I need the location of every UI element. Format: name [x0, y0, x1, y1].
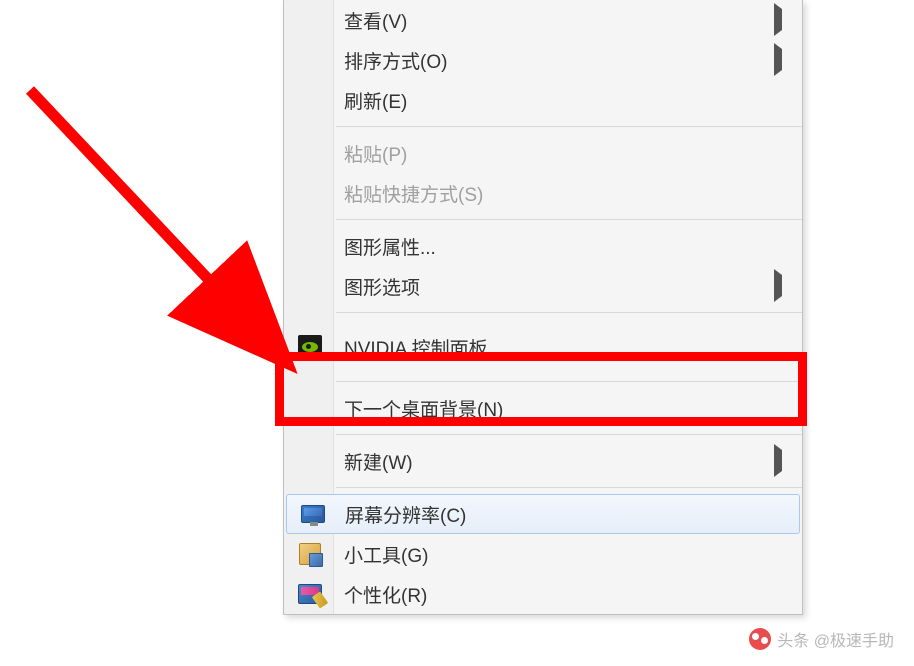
menu-item-next-background[interactable]: 下一个桌面背景(N) — [284, 388, 802, 428]
menu-item-paste-shortcut: 粘贴快捷方式(S) — [284, 173, 802, 213]
menu-item-gadgets[interactable]: 小工具(G) — [284, 534, 802, 574]
menu-label: NVIDIA 控制面板 — [344, 334, 488, 361]
menu-item-new[interactable]: 新建(W) — [284, 441, 802, 481]
submenu-arrow-icon — [774, 450, 782, 472]
menu-item-nvidia-panel[interactable]: NVIDIA 控制面板 — [284, 319, 802, 375]
menu-label: 下一个桌面背景(N) — [344, 395, 503, 422]
menu-separator — [336, 434, 802, 435]
menu-label: 查看(V) — [344, 7, 407, 34]
menu-item-personalize[interactable]: 个性化(R) — [284, 574, 802, 614]
desktop-context-menu: 查看(V) 排序方式(O) 刷新(E) 粘贴(P) 粘贴快捷方式(S) 图形属性… — [283, 0, 803, 615]
menu-label: 排序方式(O) — [344, 47, 447, 74]
menu-label: 粘贴快捷方式(S) — [344, 180, 483, 207]
menu-label: 刷新(E) — [344, 87, 407, 114]
watermark-text: 头条 @极速手助 — [777, 627, 894, 651]
menu-separator — [336, 487, 802, 488]
menu-item-paste: 粘贴(P) — [284, 133, 802, 173]
gadget-icon — [298, 542, 322, 566]
menu-label: 个性化(R) — [344, 581, 427, 608]
menu-item-graphics-properties[interactable]: 图形属性... — [284, 226, 802, 266]
watermark-logo-icon — [749, 628, 771, 650]
submenu-arrow-icon — [774, 9, 782, 31]
watermark: 头条 @极速手助 — [749, 627, 894, 651]
nvidia-icon — [298, 335, 322, 359]
menu-item-view[interactable]: 查看(V) — [284, 0, 802, 40]
menu-item-screen-resolution[interactable]: 屏幕分辨率(C) — [286, 494, 800, 534]
menu-separator — [336, 312, 802, 313]
menu-label: 屏幕分辨率(C) — [345, 501, 466, 528]
annotation-arrow-icon — [20, 80, 310, 380]
menu-item-sort[interactable]: 排序方式(O) — [284, 40, 802, 80]
menu-label: 图形属性... — [344, 233, 436, 260]
menu-label: 图形选项 — [344, 273, 420, 300]
menu-separator — [336, 126, 802, 127]
personalize-icon — [298, 582, 322, 606]
submenu-arrow-icon — [774, 49, 782, 71]
menu-item-graphics-options[interactable]: 图形选项 — [284, 266, 802, 306]
menu-item-refresh[interactable]: 刷新(E) — [284, 80, 802, 120]
menu-label: 小工具(G) — [344, 541, 428, 568]
menu-label: 新建(W) — [344, 448, 413, 475]
menu-separator — [336, 219, 802, 220]
menu-label: 粘贴(P) — [344, 140, 407, 167]
submenu-arrow-icon — [774, 275, 782, 297]
monitor-icon — [301, 502, 325, 526]
menu-separator — [336, 381, 802, 382]
